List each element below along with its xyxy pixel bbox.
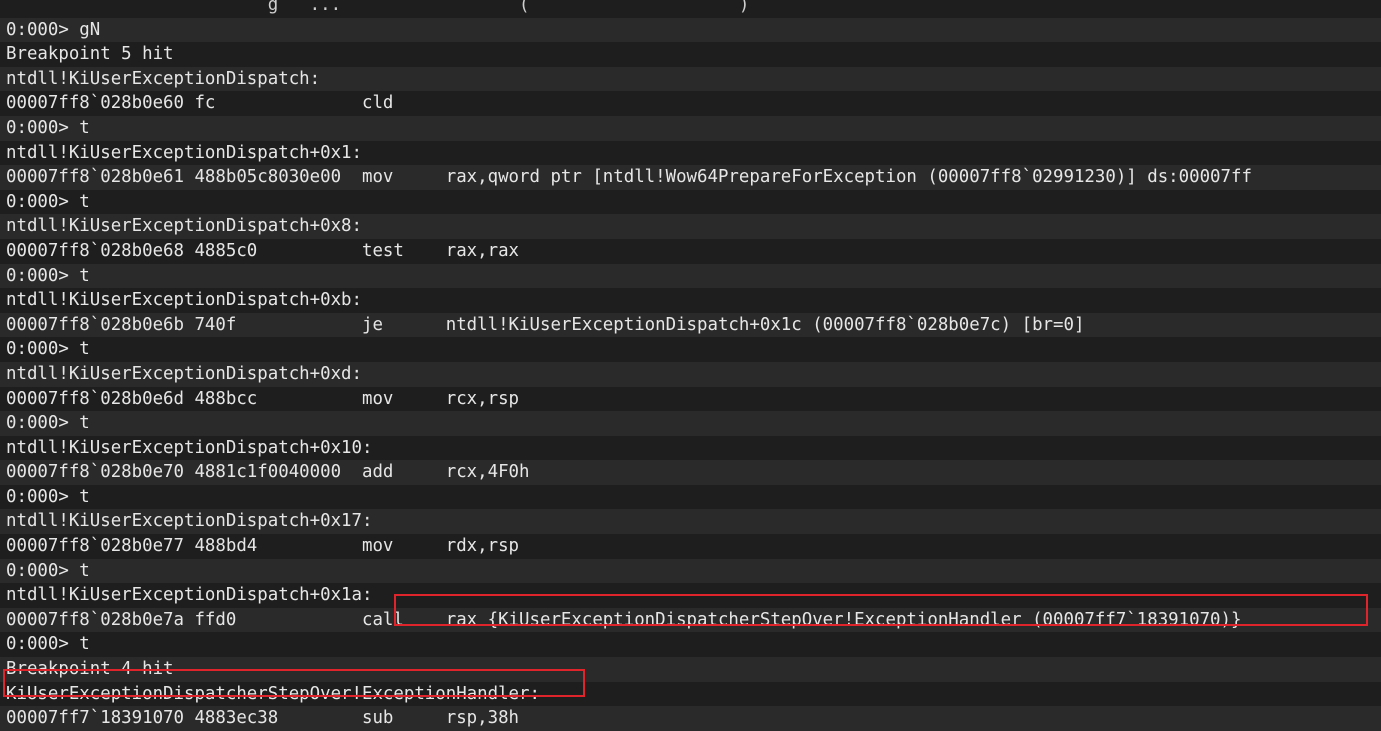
output-line: 0:000> t: [6, 339, 90, 360]
output-line: ntdll!KiUserExceptionDispatch+0x1a:: [6, 585, 373, 606]
output-line: ntdll!KiUserExceptionDispatch+0x1:: [6, 142, 362, 163]
output-line: 00007ff8`028b0e60 fc cld: [6, 93, 394, 114]
output-line: 0:000> t: [6, 486, 90, 507]
output-line: 00007ff8`028b0e61 488b05c8030e00 mov rax…: [0, 165, 1381, 190]
output-line: 0:000> t: [0, 263, 1381, 289]
output-line: 00007ff8`028b0e70 4881c1f0040000 add rcx…: [0, 460, 1381, 485]
output-line: 00007ff8`028b0e77 488bd4 mov rdx,rsp: [6, 536, 520, 557]
output-line: 0:000> t: [6, 634, 90, 655]
debugger-output: g ... ( ) 0:000> gN Breakpoint 5 hit ntd…: [0, 0, 1381, 731]
output-line-call-instruction: 00007ff8`028b0e7a ffd0 call rax {KiUserE…: [0, 607, 1381, 633]
output-line: 00007ff8`028b0e68 4885c0 test rax,rax: [6, 240, 520, 261]
output-line-handler-symbol: KiUserExceptionDispatcherStepOver!Except…: [6, 683, 540, 704]
output-line: ntdll!KiUserExceptionDispatch+0x10:: [6, 437, 373, 458]
output-line: 00007ff7`18391070 4883ec38 sub rsp,38h: [0, 706, 1381, 731]
output-line: 00007ff8`028b0e6d 488bcc mov rcx,rsp: [6, 388, 520, 409]
output-line: 0:000> gN: [0, 17, 1381, 43]
output-line: ntdll!KiUserExceptionDispatch+0xd:: [0, 361, 1381, 387]
output-line: ntdll!KiUserExceptionDispatch+0x8:: [0, 214, 1381, 239]
output-line: 0:000> t: [6, 191, 90, 212]
output-line: ntdll!KiUserExceptionDispatch+0xb:: [6, 290, 362, 311]
output-line: ntdll!KiUserExceptionDispatch:: [0, 66, 1381, 92]
output-line: 00007ff8`028b0e6b 740f je ntdll!KiUserEx…: [0, 312, 1381, 338]
output-line-truncated: g ... ( ): [6, 0, 750, 15]
output-line: 0:000> t: [0, 115, 1381, 141]
output-line: Breakpoint 4 hit: [0, 657, 1381, 682]
output-line: Breakpoint 5 hit: [6, 44, 174, 65]
output-line: 0:000> t: [0, 558, 1381, 584]
output-line: ntdll!KiUserExceptionDispatch+0x17:: [0, 509, 1381, 535]
output-line: 0:000> t: [0, 411, 1381, 436]
